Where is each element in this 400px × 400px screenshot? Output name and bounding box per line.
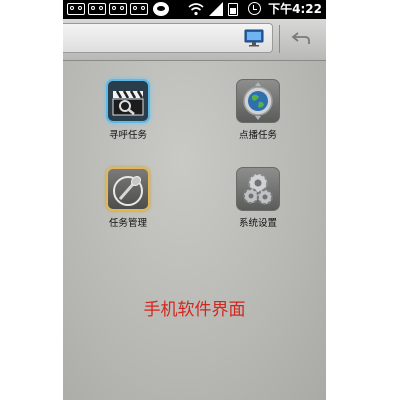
voicemail-icon [130, 3, 148, 15]
voicemail-icon [88, 3, 106, 15]
monitor-icon[interactable] [243, 29, 265, 47]
clapperboard-search-icon[interactable] [106, 79, 150, 123]
phone-screen: 下午4:22 寻呼任务 点播任务 任务管理 系统设置 手机软件界面 [63, 0, 326, 400]
signal-icon [209, 2, 223, 16]
app-label: 系统设置 [238, 218, 277, 229]
app-label: 任务管理 [108, 218, 147, 229]
top-bar [63, 19, 326, 61]
address-field[interactable] [63, 23, 273, 53]
globe-icon[interactable] [236, 79, 280, 123]
caption-text: 手机软件界面 [143, 300, 246, 320]
back-icon[interactable] [290, 29, 312, 47]
chat-icon [153, 2, 169, 16]
gears-icon[interactable] [236, 167, 280, 211]
microphone-icon[interactable] [106, 167, 150, 211]
alarm-icon [248, 2, 261, 15]
toolbar-divider [279, 25, 280, 53]
status-bar: 下午4:22 [63, 0, 326, 19]
wifi-icon [188, 3, 204, 16]
app-label: 寻呼任务 [108, 130, 147, 141]
voicemail-icon [109, 3, 127, 15]
app-label: 点播任务 [238, 130, 277, 141]
battery-icon [228, 3, 238, 16]
voicemail-icon [67, 3, 85, 15]
status-time: 下午4:22 [268, 2, 322, 16]
